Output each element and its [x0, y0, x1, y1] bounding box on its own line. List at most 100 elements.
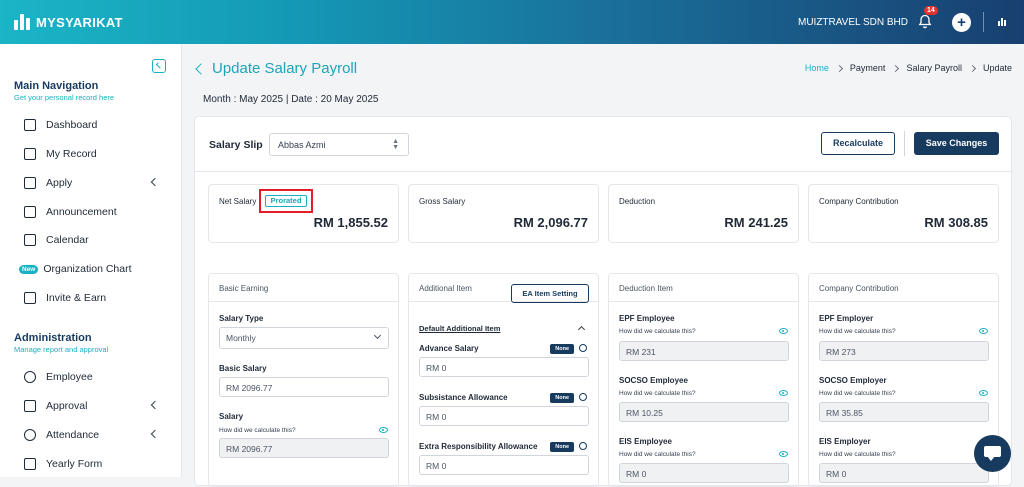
sidebar-item-invite-earn[interactable]: Invite & Earn	[24, 289, 164, 307]
chat-button[interactable]	[974, 435, 1011, 472]
save-changes-button[interactable]: Save Changes	[914, 132, 999, 155]
extra-responsibility-label: Extra Responsibility Allowance	[419, 442, 538, 451]
divider	[983, 12, 984, 32]
company-name[interactable]: MUIZTRAVEL SDN BHD	[798, 17, 908, 28]
net-salary-card: Net Salary Prorated RM 1,855.52	[208, 184, 399, 243]
deduction-card: Deduction RM 241.25	[608, 184, 799, 243]
extra-responsibility-input[interactable]: RM 0	[419, 455, 589, 475]
prorated-highlight: Prorated	[259, 189, 313, 213]
collapse-sidebar-icon[interactable]	[152, 59, 166, 73]
grid-icon	[24, 119, 36, 131]
employee-select[interactable]: Abbas Azmi ▲ ▼	[269, 133, 409, 156]
salary-type-value: Monthly	[226, 333, 256, 343]
eye-icon[interactable]	[379, 427, 388, 433]
employee-select-value: Abbas Azmi	[278, 140, 326, 150]
basic-salary-input[interactable]: RM 2096.77	[219, 377, 389, 397]
company-contribution-card: Company Contribution RM 308.85	[808, 184, 999, 243]
gross-salary-value: RM 2,096.77	[513, 215, 588, 230]
sidebar-item-label: Yearly Form	[46, 458, 103, 470]
stats-icon[interactable]	[998, 18, 1006, 26]
deduction-label: Deduction	[619, 197, 656, 206]
page-title: Update Salary Payroll	[212, 60, 358, 77]
breadcrumb-payment[interactable]: Payment	[850, 63, 886, 73]
salary-type-select[interactable]: Monthly	[219, 327, 389, 349]
notification-button[interactable]: 14	[918, 6, 938, 30]
eye-icon[interactable]	[779, 451, 788, 457]
app-logo[interactable]: MYSYARIKAT	[14, 14, 123, 30]
add-button[interactable]: +	[952, 12, 971, 32]
recalculate-button[interactable]: Recalculate	[821, 132, 895, 155]
calc-hint: How did we calculate this?	[619, 390, 696, 397]
calc-hint: How did we calculate this?	[219, 427, 296, 434]
bell-icon	[918, 14, 932, 29]
chevron-down-icon	[373, 331, 382, 340]
basic-earning-panel: Basic Earning Salary Type Monthly Basic …	[208, 273, 399, 487]
sidebar-item-calendar[interactable]: Calendar	[24, 231, 164, 249]
gear-icon[interactable]	[579, 393, 587, 401]
basic-salary-label: Basic Salary	[219, 364, 267, 373]
calc-hint: How did we calculate this?	[619, 451, 696, 458]
none-badge[interactable]: None	[550, 393, 574, 403]
payroll-period: Month : May 2025 | Date : 20 May 2025	[203, 94, 379, 105]
epf-employer-label: EPF Employer	[819, 314, 874, 323]
gear-icon[interactable]	[579, 344, 587, 352]
ea-item-setting-button[interactable]: EA Item Setting	[511, 284, 589, 303]
salary-label: Salary	[219, 412, 244, 421]
calendar-icon	[24, 234, 36, 246]
eye-icon[interactable]	[979, 390, 988, 396]
select-arrows-icon: ▲ ▼	[392, 138, 399, 151]
breadcrumb: Home Payment Salary Payroll Update	[805, 63, 1012, 73]
none-badge[interactable]: None	[550, 344, 574, 354]
advance-salary-label: Advance Salary	[419, 344, 479, 353]
sidebar-item-label: Approval	[46, 400, 88, 412]
sidebar-item-label: My Record	[46, 148, 97, 160]
eye-icon[interactable]	[979, 328, 988, 334]
breadcrumb-home[interactable]: Home	[805, 63, 829, 73]
logo-icon	[14, 14, 30, 30]
sidebar-item-label: Calendar	[46, 234, 89, 246]
socso-employer-input: RM 35.85	[819, 402, 989, 422]
sidebar-item-dashboard[interactable]: Dashboard	[24, 116, 164, 134]
sidebar-item-yearly-form[interactable]: Yearly Form	[24, 455, 164, 473]
main-nav-subtitle: Get your personal record here	[14, 93, 115, 102]
sidebar-item-apply[interactable]: Apply	[24, 174, 164, 192]
main-nav-title: Main Navigation	[14, 80, 99, 92]
new-badge: New	[19, 264, 39, 274]
sidebar-item-attendance[interactable]: Attendance	[24, 426, 164, 444]
eis-employer-input: RM 0	[819, 463, 989, 483]
back-chevron-icon[interactable]	[195, 63, 207, 75]
sidebar-item-label: Invite & Earn	[46, 292, 107, 304]
notification-badge: 14	[924, 6, 938, 15]
sidebar-item-announcement[interactable]: Announcement	[24, 203, 164, 221]
check-square-icon	[24, 400, 36, 412]
default-additional-item-toggle[interactable]: Default Additional Item	[419, 324, 500, 333]
chevron-right-icon	[892, 64, 900, 72]
chevron-up-icon[interactable]	[577, 325, 586, 334]
deduction-item-header: Deduction Item	[609, 274, 798, 302]
eye-icon[interactable]	[779, 390, 788, 396]
sidebar-item-my-record[interactable]: My Record	[24, 145, 164, 163]
epf-employer-input: RM 273	[819, 341, 989, 361]
socso-employer-label: SOCSO Employer	[819, 376, 887, 385]
subsistance-allowance-input[interactable]: RM 0	[419, 406, 589, 426]
list-icon	[24, 458, 36, 470]
additional-item-panel: Additional Item EA Item Setting Default …	[408, 273, 599, 487]
breadcrumb-salary-payroll[interactable]: Salary Payroll	[906, 63, 962, 73]
sidebar-item-label: Organization Chart	[43, 263, 132, 275]
salary-slip-card: Salary Slip Abbas Azmi ▲ ▼ Recalculate Sa…	[194, 116, 1013, 487]
none-badge[interactable]: None	[550, 442, 574, 452]
chevron-left-icon	[150, 177, 160, 187]
chevron-right-icon	[968, 64, 977, 72]
slip-header: Salary Slip Abbas Azmi ▲ ▼ Recalculate Sa…	[195, 117, 1013, 172]
calc-hint: How did we calculate this?	[819, 328, 896, 335]
eye-icon[interactable]	[779, 328, 788, 334]
sidebar-item-employee[interactable]: Employee	[24, 368, 164, 386]
sidebar-item-organization-chart[interactable]: New Organization Chart	[19, 260, 164, 278]
advance-salary-input[interactable]: RM 0	[419, 357, 589, 377]
sidebar-item-approval[interactable]: Approval	[24, 397, 164, 415]
gear-icon[interactable]	[579, 442, 587, 450]
socso-employee-input: RM 10.25	[619, 402, 789, 422]
chevron-left-icon	[150, 429, 160, 439]
deduction-item-panel: Deduction Item EPF Employee How did we c…	[608, 273, 799, 487]
clock-icon	[24, 429, 36, 441]
